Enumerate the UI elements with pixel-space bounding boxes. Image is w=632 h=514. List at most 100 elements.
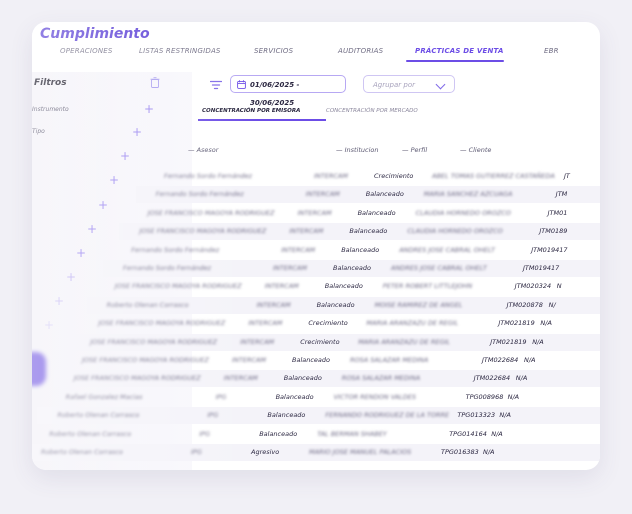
cell-institucion: INTERCAM [256, 300, 291, 309]
cell-institucion: INTERCAM [297, 208, 332, 217]
cell-perfil: Balanceado [341, 245, 380, 254]
cell-institucion: INTERCAM [273, 264, 307, 272]
col-asesor[interactable]: — Asesor [188, 146, 218, 154]
cell-asesor: Roberto Olenan Corrasco [49, 429, 132, 438]
cell-institucion: INTERCAM [314, 172, 348, 180]
filter-lines-icon[interactable] [210, 80, 222, 90]
table-row[interactable]: Roberto Olenan Corrasco IPG Balanceado FERN… [37, 407, 600, 425]
col-cliente[interactable]: — Cliente [460, 146, 491, 154]
cell-na: N/ [548, 300, 556, 309]
cell-perfil: Agresivo [251, 448, 280, 456]
cell-institucion: IPG [191, 448, 202, 456]
table-row[interactable]: Roberto Olenan Corrasco IPG Balanceado TAL … [32, 426, 600, 443]
tab-practicas-de-venta[interactable]: PRÁCTICAS DE VENTA [415, 47, 504, 55]
filter-instrumento-label: Instrumento [32, 106, 69, 113]
cell-na: N/A [491, 429, 503, 438]
table-row[interactable]: Roberto Olenan Corrasco IPG Agresivo MARIO … [32, 444, 600, 461]
col-institucion[interactable]: — Institucion [336, 146, 379, 154]
cell-perfil: Balanceado [333, 264, 372, 272]
plus-icon[interactable]: + [132, 125, 142, 139]
table-row[interactable]: Fernando Sordo Fernández INTERCAM Balancea… [135, 186, 600, 204]
cell-asesor: Fernando Sordo Fernández [131, 245, 220, 254]
cell-codigo: TPG014164 [449, 429, 487, 438]
cell-cliente: MOISE RAMIREZ DE ANGEL [374, 300, 463, 309]
cell-na: N/A [499, 411, 511, 420]
cell-asesor: Fernando Sordo Fernández [155, 190, 244, 199]
cell-perfil: Crecimiento [308, 319, 348, 328]
cell-perfil: Balanceado [357, 208, 396, 217]
plus-icon[interactable]: + [76, 246, 86, 260]
group-by-select[interactable]: Agrupar por [363, 75, 455, 93]
table-row[interactable]: Roberto Olenan Corrasco INTERCAM Balancead… [86, 296, 600, 314]
cell-cliente: MARIO JOSE MANUEL PALACIOS [309, 448, 412, 456]
cell-asesor: Rafael Gonzalez Macias [65, 392, 143, 401]
cell-perfil: Balanceado [349, 227, 388, 236]
main-card: Cumplimiento OPERACIONES LISTAS RESTRING… [32, 22, 600, 470]
plus-icon[interactable]: + [120, 149, 130, 163]
cell-institucion: INTERCAM [223, 374, 258, 383]
table-row[interactable]: JOSE FRANCISCO MAGOYA RODRIGUEZ INTERCAM B… [62, 352, 600, 369]
col-perfil[interactable]: — Perfil [402, 146, 427, 154]
active-subtab-indicator [198, 119, 326, 121]
cell-perfil: Crecimiento [374, 172, 414, 180]
cell-cliente: ROSA SALAZAR MEDINA [350, 356, 429, 364]
cell-perfil: Balanceado [365, 190, 404, 199]
plus-icon[interactable]: + [109, 173, 119, 187]
table-row[interactable]: Fernando Sordo Fernández INTERCAM Balancea… [103, 260, 600, 277]
table-row[interactable]: JOSE FRANCISCO MAGOYA RODRIGUEZ INTERCAM B… [53, 370, 600, 388]
plus-icon[interactable]: + [144, 102, 154, 116]
trash-icon[interactable] [150, 77, 160, 88]
date-range-picker[interactable]: 01/06/2025 - 30/06/2025 [230, 75, 346, 107]
plus-icon[interactable]: + [66, 270, 76, 284]
cell-codigo: TPG008968 [465, 392, 504, 401]
table-row[interactable]: JOSE FRANCISCO MAGOYA RODRIGUEZ INTERCAM B… [119, 223, 600, 241]
plus-icon[interactable]: + [54, 294, 64, 308]
cell-asesor: JOSE FRANCISCO MAGOYA RODRIGUEZ [147, 208, 275, 217]
tab-auditorias[interactable]: AUDITORIAS [338, 47, 383, 55]
cell-cliente: CLAUDIA HORNEDO OROZCO [407, 227, 503, 236]
cell-na: N [556, 282, 562, 291]
table-row[interactable]: JOSE FRANCISCO MAGOYA RODRIGUEZ INTERCAM C… [70, 333, 600, 351]
cell-codigo: JTM019417 [531, 245, 568, 254]
table-row[interactable]: JOSE FRANCISCO MAGOYA RODRIGUEZ INTERCAM C… [78, 315, 600, 332]
cell-codigo: JTM [555, 190, 568, 199]
table-row[interactable]: Fernando Sordo Fernández INTERCAM Balancea… [111, 242, 600, 259]
cell-cliente: MARIA ARANZAZU DE REGIL [366, 319, 459, 328]
cell-institucion: IPG [207, 411, 219, 420]
cell-cliente: FERNANDO RODRIGUEZ DE LA TORRE [325, 411, 450, 420]
cell-codigo: TPG016383 [441, 448, 479, 456]
subtab-concentracion-emisora[interactable]: CONCENTRACIÓN POR EMISORA [202, 108, 300, 114]
cell-institucion: INTERCAM [289, 227, 324, 236]
plus-icon[interactable]: + [44, 318, 54, 332]
cell-na: N/A [524, 356, 536, 364]
cell-na: N/A [507, 392, 520, 401]
cell-codigo: JTM020324 [514, 282, 552, 291]
cell-codigo: JTM021819 [490, 337, 527, 346]
cell-cliente: ANDRES JOSE CABRAL OHELT [391, 264, 487, 272]
cell-asesor: JOSE FRANCISCO MAGOYA RODRIGUEZ [98, 319, 226, 328]
cell-na: N/A [515, 374, 528, 383]
table-row[interactable]: Rafael Gonzalez Macias IPG Balanceado VICTO… [46, 389, 600, 406]
cell-institucion: INTERCAM [264, 282, 299, 291]
cell-cliente: ANDRES JOSE CABRAL OHELT [399, 245, 496, 254]
cell-na: N/A [532, 337, 544, 346]
tab-listas-restringidas[interactable]: LISTAS RESTRINGIDAS [139, 47, 221, 55]
cell-codigo: JTM0189 [539, 227, 568, 236]
table-row[interactable]: Fernando Sordo Fernández INTERCAM Crecimie… [144, 168, 600, 185]
table-row[interactable]: JOSE FRANCISCO MAGOYA RODRIGUEZ INTERCAM B… [95, 278, 600, 295]
cell-cliente: ABEL TOMAS GUTIERREZ CASTAÑEDA [432, 172, 555, 180]
table-row[interactable]: JOSE FRANCISCO MAGOYA RODRIGUEZ INTERCAM B… [128, 205, 600, 222]
plus-icon[interactable]: + [87, 222, 97, 236]
chevron-down-icon [435, 79, 446, 90]
sidebar-accent [32, 352, 46, 386]
active-tab-indicator [406, 60, 504, 62]
plus-icon[interactable]: + [98, 198, 108, 212]
cell-cliente: MARIA SANCHEZ AZCUAGA [423, 190, 513, 199]
tab-ebr[interactable]: EBR [544, 47, 559, 55]
cell-asesor: JOSE FRANCISCO MAGOYA RODRIGUEZ [82, 356, 209, 364]
cell-perfil: Crecimiento [300, 337, 340, 346]
subtab-concentracion-mercado[interactable]: CONCENTRACIÓN POR MERCADO [326, 108, 418, 114]
tab-operaciones[interactable]: OPERACIONES [60, 47, 113, 55]
tab-servicios[interactable]: SERVICIOS [254, 47, 293, 55]
cell-codigo: JTM022684 [473, 374, 511, 383]
